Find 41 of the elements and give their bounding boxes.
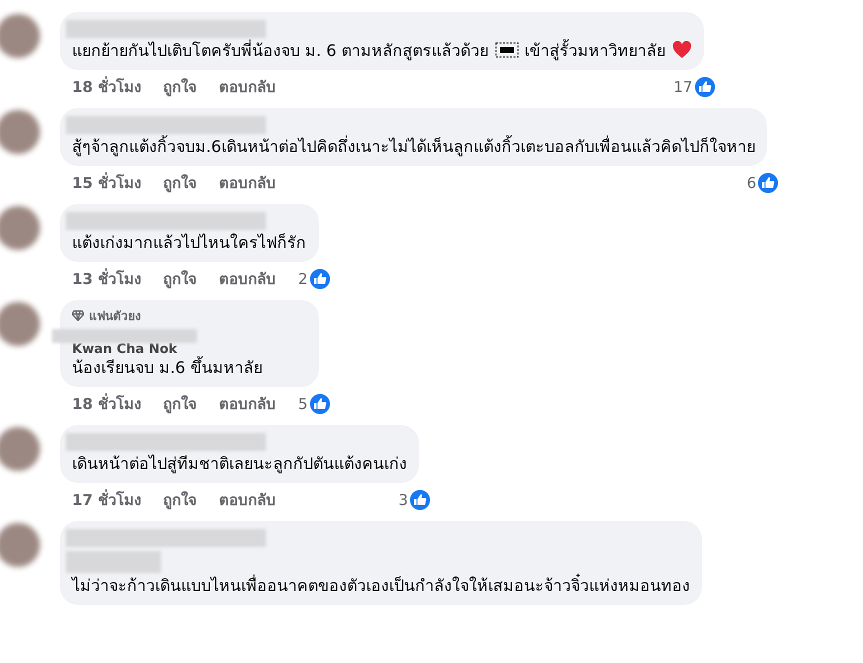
reaction-count[interactable]: 6 [746,174,756,192]
avatar-photo-placeholder [0,206,40,250]
comment-time[interactable]: 18 ชั่วโมง [72,392,142,416]
reaction-count[interactable]: 3 [398,491,408,509]
reply-link[interactable]: ตอบกลับ [219,171,276,195]
comment-time[interactable]: 18 ชั่วโมง [72,75,142,99]
avatar-photo-placeholder [0,427,40,471]
comment-text: ไม่ว่าจะก้าวเดินแบบไหนเพื่ออนาคตของตัวเองเป็นกำลังใจให้เสมอนะจ้าวจิ๋วแห่งหมอนทอง [72,575,690,597]
object-placeholder-icon [494,42,519,58]
reaction-count[interactable]: 17 [673,78,693,96]
author-name[interactable]: Kwan Cha Nok [72,343,178,357]
reply-link[interactable]: ตอบกลับ [219,392,276,416]
diamond-icon [72,310,84,321]
like-link[interactable]: ถูกใจ [163,488,198,512]
reaction-count[interactable]: 5 [298,395,308,413]
comment-text: น้องเรียนจบ ม.6 ขึ้นมหาลัย [72,357,262,379]
like-link[interactable]: ถูกใจ [163,75,198,99]
reply-link[interactable]: ตอบกลับ [219,267,276,291]
thumbs-up-icon [308,268,331,290]
avatar-photo-placeholder [0,302,40,346]
like-link[interactable]: ถูกใจ [163,171,198,195]
like-link[interactable]: ถูกใจ [163,267,198,291]
comment-text: แยกย้ายกันไปเติบโตครับพี่น้องจบ ม. 6 ตามหลักสูตรแล้วด้วย เข้าสู่รั้วมหาวิทยาลัย [72,40,692,62]
comment-time[interactable]: 17 ชั่วโมง [72,488,142,512]
avatar-photo-placeholder [0,14,40,58]
avatar-photo-placeholder [0,110,40,154]
comment-text: แต้งเก่งมากแล้วไปไหนใครไฟก็รัก [72,232,306,254]
comment-time[interactable]: 13 ชั่วโมง [72,267,142,291]
thumbs-up-icon [757,172,780,194]
thumbs-up-icon [409,489,431,511]
comment-text: เดินหน้าต่อไปสู่ทีมชาติเลยนะลูกกัปตันแต้งคนเก่ง [72,453,407,475]
comment-time[interactable]: 15 ชั่วโมง [72,171,142,195]
fan-badge-label: แฟนตัวยง [89,308,141,325]
reply-link[interactable]: ตอบกลับ [219,488,276,512]
reply-link[interactable]: ตอบกลับ [219,75,276,99]
thumbs-up-icon [308,393,331,415]
comment-text: สู้ๆจ้าลูกแต้งกิ้วจบม.6เดินหน้าต่อไปคิดถึ่งเนาะไม่ได้เห็นลูกแต้งกิ้วเตะบอลกับเพื่อนแล้วคิดไปก็ใจหาย [72,136,756,158]
avatar-photo-placeholder [0,523,40,567]
reaction-count[interactable]: 2 [298,270,308,288]
like-link[interactable]: ถูกใจ [163,392,198,416]
thumbs-up-icon [694,76,716,98]
